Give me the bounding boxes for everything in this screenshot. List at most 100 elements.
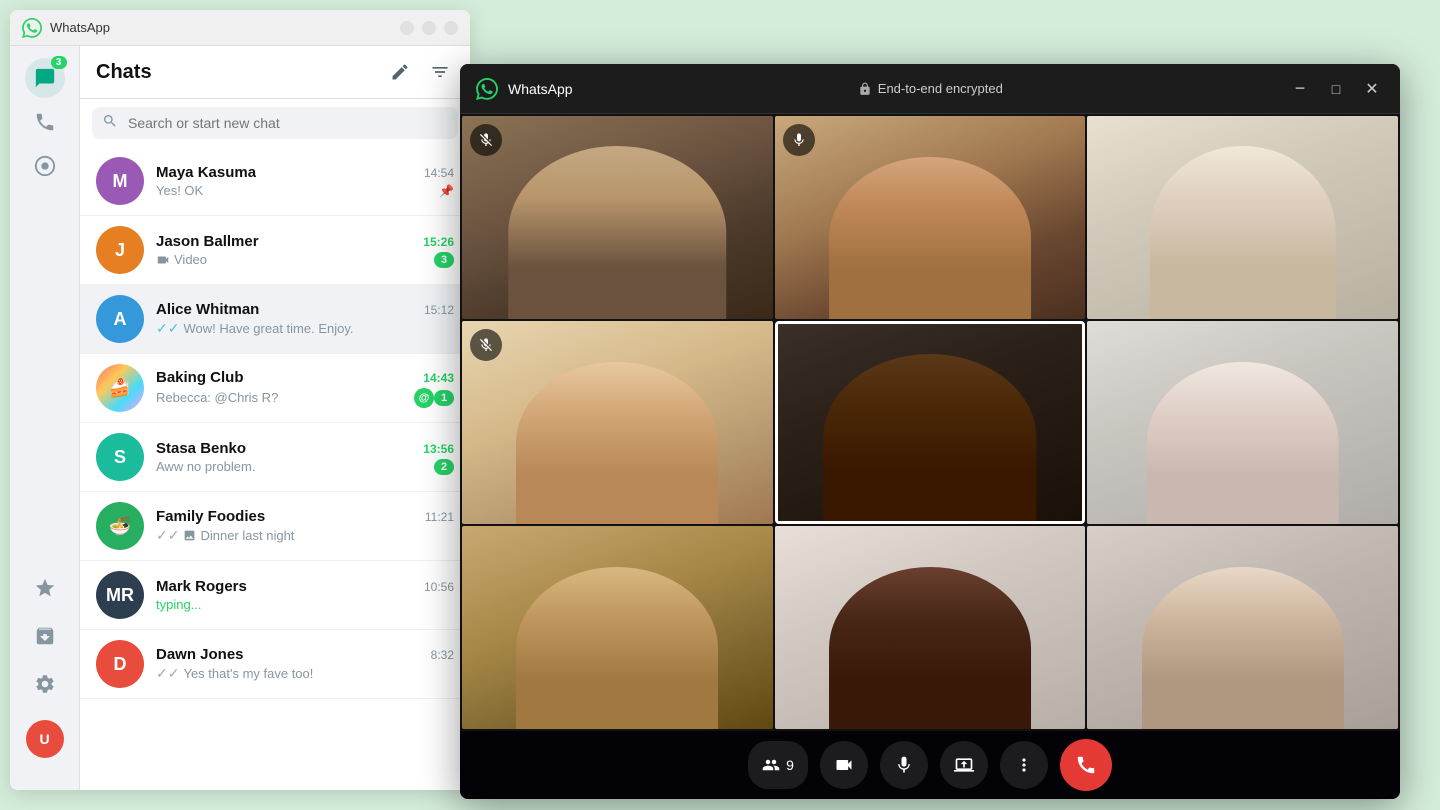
- chat-item-baking[interactable]: 🍰 Baking Club 14:43 Rebecca: @Chris R? @…: [80, 354, 470, 423]
- video-title-bar: WhatsApp End-to-end encrypted − □ ✕: [460, 64, 1400, 114]
- sidebar-bottom: U: [25, 568, 65, 778]
- chat-time-mark: 10:56: [424, 580, 454, 594]
- sidebar-item-starred[interactable]: [25, 568, 65, 608]
- video-minimize-button[interactable]: −: [1288, 77, 1312, 101]
- video-maximize-button[interactable]: □: [1324, 77, 1348, 101]
- lock-icon: [858, 82, 872, 96]
- chat-list: M Maya Kasuma 14:54 Yes! OK 📌: [80, 147, 470, 790]
- user-avatar[interactable]: U: [26, 720, 64, 758]
- avatar-maya: M: [96, 157, 144, 205]
- video-cell-6: [1087, 321, 1398, 524]
- avatar-alice: A: [96, 295, 144, 343]
- avatar-stasa: S: [96, 433, 144, 481]
- participants-count: 9: [786, 757, 794, 773]
- chat-name-dawn: Dawn Jones: [156, 646, 244, 663]
- unread-badge-jason: 3: [434, 252, 454, 268]
- read-ticks-alice: ✓✓: [156, 320, 179, 337]
- chat-item-alice[interactable]: A Alice Whitman 15:12 ✓✓ Wow! Have great…: [80, 285, 470, 354]
- sidebar-item-status[interactable]: [25, 146, 65, 186]
- chat-item-family[interactable]: 🍜 Family Foodies 11:21 ✓✓ Dinner last ni…: [80, 492, 470, 561]
- mention-badge-baking: @: [414, 388, 434, 408]
- avatar-mark: MR: [96, 571, 144, 619]
- video-close-button[interactable]: ✕: [1360, 77, 1384, 101]
- sidebar-item-settings[interactable]: [25, 664, 65, 704]
- search-input[interactable]: [92, 107, 458, 139]
- main-title-bar: WhatsApp − □ ×: [10, 10, 470, 46]
- video-cell-2: [775, 116, 1086, 319]
- chat-header: Chats: [80, 46, 470, 99]
- video-whatsapp-logo: [476, 78, 498, 100]
- video-cell-7: [462, 526, 773, 729]
- call-controls: 9: [460, 731, 1400, 799]
- video-cell-1: [462, 116, 773, 319]
- video-window-controls: − □ ✕: [1288, 77, 1384, 101]
- mute-indicator-4: [470, 329, 502, 361]
- end-call-button[interactable]: [1060, 739, 1112, 791]
- participants-button[interactable]: 9: [748, 741, 808, 789]
- chat-info-jason: Jason Ballmer 15:26 Video 3: [156, 233, 454, 268]
- mute-toggle-button[interactable]: [880, 741, 928, 789]
- chats-badge: 3: [51, 56, 67, 69]
- title-bar-controls: − □ ×: [400, 21, 458, 35]
- chat-preview-maya: Yes! OK: [156, 183, 439, 198]
- mute-indicator-2: [783, 124, 815, 156]
- encryption-label-area: End-to-end encrypted: [583, 81, 1278, 96]
- chat-preview-stasa: Aww no problem.: [156, 459, 434, 474]
- chat-panel: Chats: [80, 46, 470, 790]
- main-window: WhatsApp − □ × 3: [10, 10, 470, 790]
- video-cell-9: [1087, 526, 1398, 729]
- minimize-button[interactable]: −: [400, 21, 414, 35]
- avatar-family: 🍜: [96, 502, 144, 550]
- chat-name-jason: Jason Ballmer: [156, 233, 259, 250]
- chat-info-mark: Mark Rogers 10:56 typing...: [156, 578, 454, 612]
- search-bar: [92, 107, 458, 139]
- chat-name-mark: Mark Rogers: [156, 578, 247, 595]
- sidebar-item-calls[interactable]: [25, 102, 65, 142]
- participants-icon: [762, 756, 780, 774]
- chat-item-jason[interactable]: J Jason Ballmer 15:26 Video 3: [80, 216, 470, 285]
- chat-preview-jason: Video: [156, 252, 434, 267]
- chat-info-family: Family Foodies 11:21 ✓✓ Dinner last nigh…: [156, 508, 454, 544]
- chat-item-stasa[interactable]: S Stasa Benko 13:56 Aww no problem. 2: [80, 423, 470, 492]
- filter-button[interactable]: [426, 58, 454, 86]
- new-chat-button[interactable]: [386, 58, 414, 86]
- chat-time-alice: 15:12: [424, 303, 454, 317]
- video-camera-icon: [834, 755, 854, 775]
- more-dots-icon: [1014, 755, 1034, 775]
- chats-title: Chats: [96, 61, 152, 84]
- video-call-window: WhatsApp End-to-end encrypted − □ ✕: [460, 64, 1400, 799]
- screen-share-button[interactable]: [940, 741, 988, 789]
- end-call-icon: [1075, 754, 1097, 776]
- chat-info-maya: Maya Kasuma 14:54 Yes! OK 📌: [156, 164, 454, 198]
- mute-indicator-1: [470, 124, 502, 156]
- whatsapp-logo: [22, 18, 42, 38]
- chat-name-alice: Alice Whitman: [156, 301, 259, 318]
- chat-preview-dawn: ✓✓ Yes that's my fave too!: [156, 665, 454, 682]
- more-options-button[interactable]: [1000, 741, 1048, 789]
- close-button[interactable]: ×: [444, 21, 458, 35]
- chat-item-dawn[interactable]: D Dawn Jones 8:32 ✓✓ Yes that's my fave …: [80, 630, 470, 699]
- avatar-baking: 🍰: [96, 364, 144, 412]
- avatar-jason: J: [96, 226, 144, 274]
- video-grid: [460, 114, 1400, 731]
- video-cell-8: [775, 526, 1086, 729]
- header-icons: [386, 58, 454, 86]
- chat-name-stasa: Stasa Benko: [156, 440, 246, 457]
- app-layout: 3: [10, 46, 470, 790]
- video-toggle-button[interactable]: [820, 741, 868, 789]
- search-icon: [102, 113, 118, 134]
- chat-name-baking: Baking Club: [156, 369, 244, 386]
- sidebar: 3: [10, 46, 80, 790]
- chat-preview-alice: ✓✓ Wow! Have great time. Enjoy.: [156, 320, 454, 337]
- sidebar-item-chats[interactable]: 3: [25, 58, 65, 98]
- maximize-button[interactable]: □: [422, 21, 436, 35]
- chat-item-maya[interactable]: M Maya Kasuma 14:54 Yes! OK 📌: [80, 147, 470, 216]
- chat-preview-baking: Rebecca: @Chris R?: [156, 390, 414, 405]
- sidebar-item-archived[interactable]: [25, 616, 65, 656]
- chat-name-maya: Maya Kasuma: [156, 164, 256, 181]
- chat-info-dawn: Dawn Jones 8:32 ✓✓ Yes that's my fave to…: [156, 646, 454, 682]
- avatar-dawn: D: [96, 640, 144, 688]
- unread-badge-stasa: 2: [434, 459, 454, 475]
- chat-info-stasa: Stasa Benko 13:56 Aww no problem. 2: [156, 440, 454, 475]
- chat-item-mark[interactable]: MR Mark Rogers 10:56 typing...: [80, 561, 470, 630]
